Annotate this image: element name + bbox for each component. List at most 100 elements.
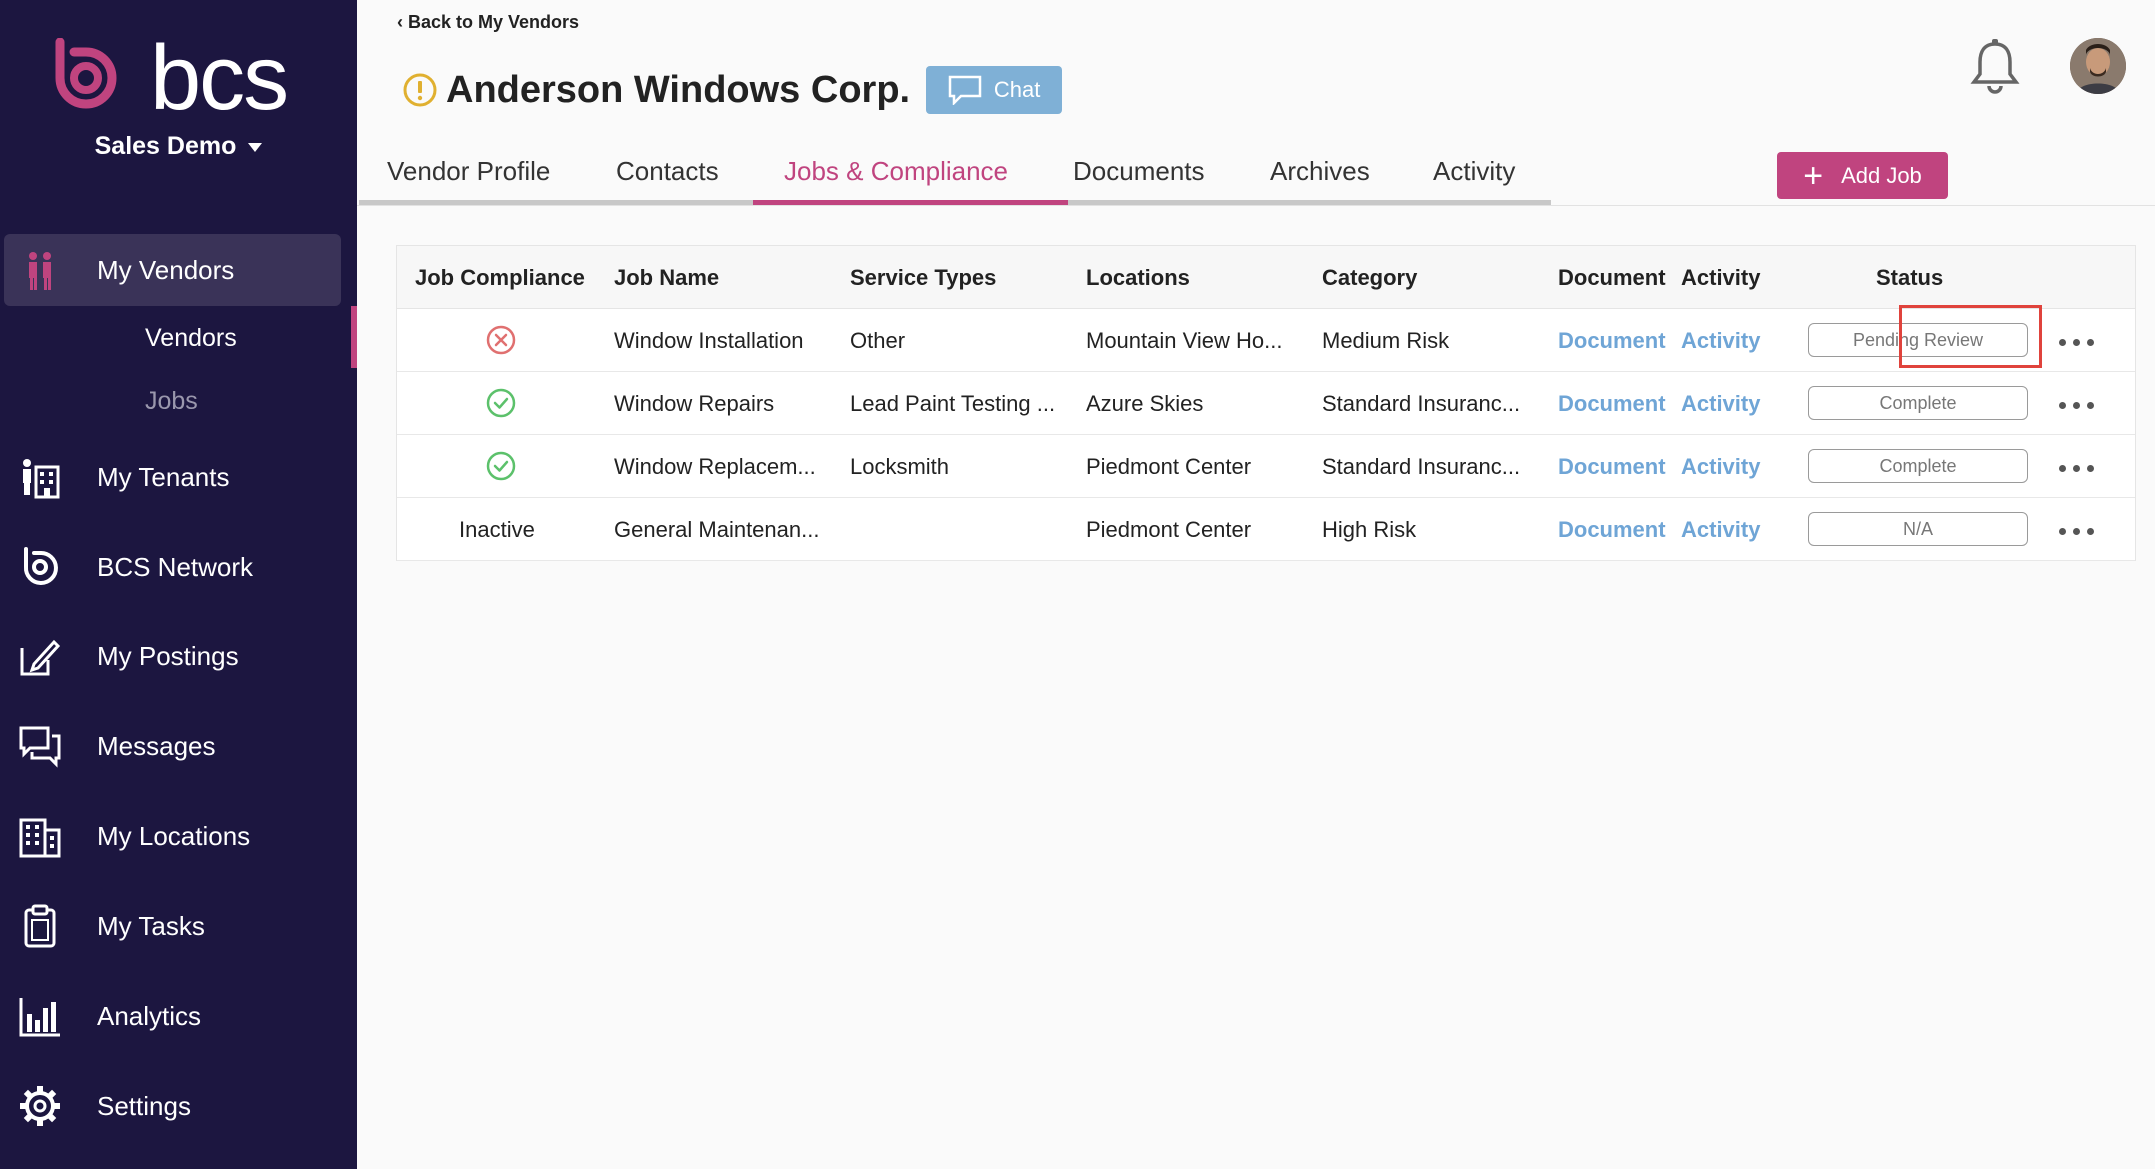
vendors-icon [29, 252, 51, 290]
service-type: Locksmith [850, 454, 950, 479]
col-category[interactable]: Category [1322, 265, 1417, 291]
location: Mountain View Ho... [1086, 328, 1283, 353]
activity-link[interactable]: Activity [1681, 391, 1760, 417]
status-badge: Complete [1808, 449, 2028, 483]
nav-analytics[interactable]: Analytics [0, 980, 357, 1052]
activity-link[interactable]: Activity [1681, 328, 1760, 354]
tab-documents[interactable]: Documents [1073, 156, 1205, 187]
table-header: Job Compliance Job Name Service Types Lo… [397, 246, 2135, 309]
nav-label: Analytics [97, 1000, 202, 1031]
notification-bell-icon[interactable] [1970, 38, 2020, 94]
nav-my-vendors[interactable]: My Vendors [4, 234, 341, 306]
category: Standard Insuranc... [1322, 391, 1521, 416]
col-service-types[interactable]: Service Types [850, 265, 996, 291]
sub-nav-label: Jobs [145, 387, 198, 415]
service-type: Lead Paint Testing ... [850, 391, 1056, 416]
col-locations[interactable]: Locations [1086, 265, 1190, 291]
tab-activity[interactable]: Activity [1433, 156, 1515, 187]
col-activity[interactable]: Activity [1681, 265, 1760, 291]
chevron-left-icon: ‹ [397, 12, 408, 32]
nav-bcs-network[interactable]: BCS Network [0, 531, 357, 603]
document-link[interactable]: Document [1558, 517, 1666, 543]
jobs-table: Job Compliance Job Name Service Types Lo… [396, 245, 2136, 561]
table-row: Window Replacem... Locksmith Piedmont Cent… [397, 435, 2135, 498]
job-name[interactable]: Window Installation [614, 328, 804, 354]
tab-contacts[interactable]: Contacts [616, 156, 719, 187]
job-name[interactable]: General Maintenan... [614, 517, 819, 543]
sub-nav-jobs[interactable]: Jobs [145, 387, 198, 416]
category: High Risk [1322, 517, 1417, 542]
compliant-check-icon [486, 451, 516, 481]
nav-label: My Postings [97, 640, 239, 671]
user-avatar[interactable] [2070, 38, 2126, 94]
nav-label: Messages [97, 730, 216, 761]
service-type: Other [850, 328, 906, 353]
status-badge: Complete [1808, 386, 2028, 420]
nav-label: My Locations [97, 820, 251, 851]
col-job-name[interactable]: Job Name [614, 265, 719, 291]
bcs-logo[interactable]: bcs [46, 27, 289, 129]
tab-archives[interactable]: Archives [1270, 156, 1370, 187]
warning-icon[interactable] [402, 72, 438, 108]
more-options-icon[interactable] [2059, 465, 2101, 472]
document-link[interactable]: Document [1558, 391, 1666, 417]
plus-icon: + [1803, 156, 1824, 195]
bcs-network-icon [23, 547, 58, 585]
account-switcher[interactable]: Sales Demo [0, 132, 357, 161]
tab-vendor-profile[interactable]: Vendor Profile [387, 156, 550, 187]
sub-nav-vendors[interactable]: Vendors [145, 324, 237, 353]
job-name[interactable]: Window Replacem... [614, 454, 816, 480]
table-row: Window Installation Other Mountain View Ho… [397, 309, 2135, 372]
document-link[interactable]: Document [1558, 454, 1666, 480]
table-row: Inactive General Maintenan... Piedmont Cen… [397, 498, 2135, 561]
postings-icon [20, 639, 61, 676]
vendor-name: Anderson Windows Corp. [446, 68, 911, 111]
nav-my-tasks[interactable]: My Tasks [0, 890, 357, 962]
chat-button[interactable]: Chat [926, 66, 1063, 114]
more-options-icon[interactable] [2059, 339, 2101, 346]
logo-text: bcs [150, 27, 289, 129]
back-to-vendors-link[interactable]: ‹ Back to My Vendors [397, 12, 579, 33]
bcs-logo-icon [55, 38, 117, 109]
col-status[interactable]: Status [1876, 265, 1943, 291]
user-photo-icon [2070, 38, 2126, 94]
more-options-icon[interactable] [2059, 402, 2101, 409]
col-document[interactable]: Document [1558, 265, 1666, 291]
main-content: ‹ Back to My Vendors Anderson Windows Co… [357, 0, 2155, 1169]
nav-settings[interactable]: Settings [0, 1070, 357, 1142]
activity-link[interactable]: Activity [1681, 517, 1760, 543]
account-name: Sales Demo [94, 132, 237, 160]
vendor-title-row: Anderson Windows Corp. Chat [402, 66, 1063, 114]
document-highlight-box [1899, 305, 2042, 368]
more-options-icon[interactable] [2059, 528, 2101, 535]
nav-my-postings[interactable]: My Postings [0, 620, 357, 692]
compliant-check-icon [486, 388, 516, 418]
document-link[interactable]: Document [1558, 328, 1666, 354]
tab-jobs-compliance[interactable]: Jobs & Compliance [784, 156, 1008, 187]
nav-messages[interactable]: Messages [0, 710, 357, 782]
tenants-icon [23, 459, 60, 499]
activity-link[interactable]: Activity [1681, 454, 1760, 480]
location: Piedmont Center [1086, 454, 1252, 479]
nav-my-tenants[interactable]: My Tenants [0, 441, 357, 513]
nav-label: My Tasks [97, 910, 205, 941]
location: Azure Skies [1086, 391, 1204, 416]
category: Standard Insuranc... [1322, 454, 1521, 479]
nav-label: Settings [97, 1090, 191, 1121]
chat-bubble-icon [948, 75, 982, 105]
locations-icon [19, 818, 61, 858]
location: Piedmont Center [1086, 517, 1252, 542]
nav-label: BCS Network [97, 551, 254, 582]
category: Medium Risk [1322, 328, 1450, 353]
job-name[interactable]: Window Repairs [614, 391, 774, 417]
add-job-button[interactable]: + Add Job [1777, 152, 1948, 199]
nav-label: My Vendors [97, 254, 235, 285]
header-divider [357, 205, 2155, 206]
nav-label: My Tenants [97, 461, 230, 492]
nav-my-locations[interactable]: My Locations [0, 800, 357, 872]
analytics-icon [19, 998, 60, 1037]
table-row: Window Repairs Lead Paint Testing ... Azur… [397, 372, 2135, 435]
col-job-compliance[interactable]: Job Compliance [415, 265, 585, 291]
sub-nav-label: Vendors [145, 324, 237, 352]
compliance-text: Inactive [459, 517, 535, 542]
